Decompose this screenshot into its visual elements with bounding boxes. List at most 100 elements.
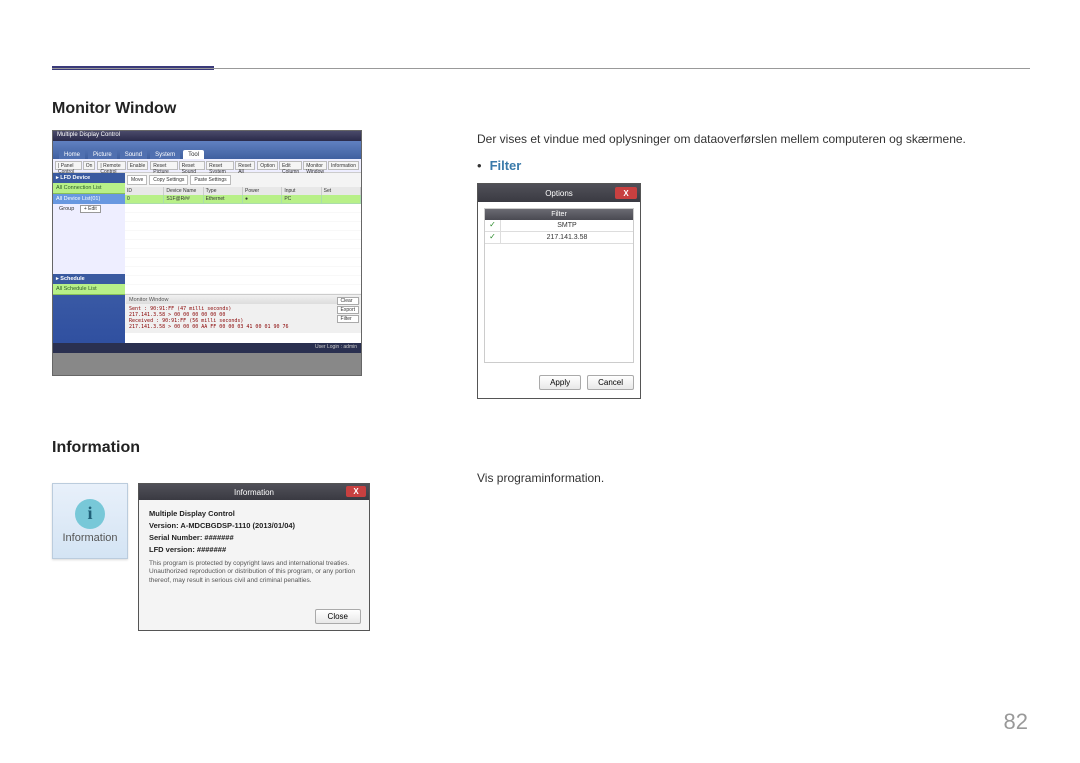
panel-control-value[interactable]: On	[83, 161, 96, 170]
col-id: ID	[125, 187, 164, 195]
clear-button[interactable]: Clear	[337, 297, 359, 305]
move-button[interactable]: Move	[127, 175, 147, 185]
cell-power: ●	[243, 195, 282, 204]
panel-control-group: | Panel Control On	[55, 161, 95, 170]
grid-row[interactable]: 0 S1F@R## Ethernet ● PC	[125, 195, 361, 204]
sidebar-all-schedule[interactable]: All Schedule List	[53, 284, 125, 295]
filter-row-2[interactable]: ✓ 217.141.3.58	[485, 232, 633, 244]
filter-val-1: SMTP	[501, 220, 633, 231]
filter-label: Filter	[490, 158, 522, 173]
edit-column-button[interactable]: Edit Column	[279, 161, 302, 170]
info-copyright-text: This program is protected by copyright l…	[149, 560, 359, 585]
grid-header: ID Device Name Type Power Input Set	[125, 187, 361, 195]
paste-settings-button[interactable]: Paste Settings	[190, 175, 230, 185]
tab-picture[interactable]: Picture	[88, 150, 117, 159]
page-content: Monitor Window Multiple Display Control …	[52, 100, 1030, 671]
reset-group: Reset Picture Reset Sound Reset System R…	[150, 161, 255, 170]
filter-dialog-title: Options X	[478, 184, 640, 202]
filter-row-1[interactable]: ✓ SMTP	[485, 220, 633, 232]
col-power: Power	[243, 187, 282, 195]
info-row: i Information Information X Multiple Dis…	[52, 483, 447, 631]
information-dialog: Information X Multiple Display Control V…	[138, 483, 370, 631]
monitor-panel: Monitor Window Sent : 90:91:FF (47 milli…	[125, 294, 361, 333]
apply-button[interactable]: Apply	[539, 375, 581, 390]
left-col-2: i Information Information X Multiple Dis…	[52, 469, 447, 631]
sidebar-all-connection[interactable]: All Connection List	[53, 183, 125, 194]
filter-buttons: Apply Cancel	[478, 369, 640, 396]
reset-all-button[interactable]: Reset All	[235, 161, 255, 170]
col-input: Input	[282, 187, 321, 195]
grid-toolbar: Move Copy Settings Paste Settings	[125, 173, 361, 187]
filter-col-header: Filter	[485, 209, 633, 220]
information-button[interactable]: Information	[328, 161, 359, 170]
mdc-ribbon: | Panel Control On | Remote Control Enab…	[53, 159, 361, 173]
page-number: 82	[1004, 709, 1028, 735]
cell-set	[322, 195, 361, 204]
remote-control-group: | Remote Control Enable	[97, 161, 148, 170]
cell-id: 0	[125, 195, 164, 204]
log-line-4: 217.141.3.58 > 00 00 00 AA FF 00 00 03 4…	[129, 324, 357, 330]
close-icon[interactable]: X	[615, 187, 637, 199]
info-body: Multiple Display Control Version: A-MDCB…	[139, 500, 369, 593]
info-lfd-version: LFD version: #######	[149, 544, 359, 556]
grid-empty	[125, 204, 361, 294]
mdc-window-title: Multiple Display Control	[53, 131, 361, 141]
filter-dialog: Options X Filter ✓ SMTP ✓ 217.141.3.58	[477, 183, 641, 399]
monitor-window-row: Multiple Display Control Home Picture So…	[52, 130, 1030, 399]
tab-sound[interactable]: Sound	[120, 150, 147, 159]
reset-picture-button[interactable]: Reset Picture	[150, 161, 177, 170]
sidebar-schedule[interactable]: ▸ Schedule	[53, 274, 125, 284]
sidebar-group-label: Group	[59, 206, 74, 212]
monitor-window-heading: Monitor Window	[52, 100, 1030, 118]
cancel-button[interactable]: Cancel	[587, 375, 634, 390]
tab-system[interactable]: System	[150, 150, 180, 159]
option-button[interactable]: Option	[257, 161, 278, 170]
mdc-screenshot: Multiple Display Control Home Picture So…	[52, 130, 362, 376]
device-grid: ID Device Name Type Power Input Set 0 S1…	[125, 187, 361, 294]
bullet-dot-icon: •	[477, 158, 482, 173]
info-close-button[interactable]: Close	[315, 609, 361, 624]
info-version: Version: A-MDCBGDSP-1110 (2013/01/04)	[149, 520, 359, 532]
filter-button[interactable]: Filter	[337, 315, 359, 323]
monitor-window-button[interactable]: Monitor Window	[303, 161, 327, 170]
mdc-footer: User Login : admin	[53, 343, 361, 353]
sidebar-lfd[interactable]: ▸ LFD Device	[53, 173, 125, 183]
panel-control-label: | Panel Control	[55, 161, 82, 170]
info-title-text: Information	[234, 488, 274, 497]
col-device-name: Device Name	[164, 187, 203, 195]
info-program-name: Multiple Display Control	[149, 508, 359, 520]
mdc-sidebar: ▸ LFD Device All Connection List All Dev…	[53, 173, 125, 343]
information-toolbar-icon[interactable]: i Information	[52, 483, 128, 559]
left-col-1: Multiple Display Control Home Picture So…	[52, 130, 447, 399]
right-col-2: Vis programinformation.	[477, 469, 1030, 631]
filter-title-text: Options	[545, 189, 573, 198]
sidebar-group: Group + Edit	[53, 204, 125, 214]
mdc-main: Move Copy Settings Paste Settings ID Dev…	[125, 173, 361, 343]
information-row: i Information Information X Multiple Dis…	[52, 469, 1030, 631]
reset-system-button[interactable]: Reset System	[206, 161, 234, 170]
export-button[interactable]: Export	[337, 306, 359, 314]
info-icon-label: Information	[62, 532, 117, 544]
monitor-buttons: Clear Export Filter	[337, 297, 359, 323]
close-icon[interactable]: X	[346, 486, 366, 497]
monitor-panel-title: Monitor Window	[126, 296, 360, 304]
cell-input: PC	[282, 195, 321, 204]
cell-device-name: S1F@R##	[164, 195, 203, 204]
remote-control-label: | Remote Control	[97, 161, 125, 170]
remote-control-value[interactable]: Enable	[127, 161, 149, 170]
monitor-window-desc: Der vises et vindue med oplysninger om d…	[477, 130, 1030, 148]
header-rule	[52, 68, 1030, 69]
mdc-tabs: Home Picture Sound System Tool	[53, 141, 361, 159]
tab-home[interactable]: Home	[59, 150, 85, 159]
reset-sound-button[interactable]: Reset Sound	[179, 161, 206, 170]
sidebar-edit-button[interactable]: + Edit	[80, 205, 101, 213]
info-serial: Serial Number: #######	[149, 532, 359, 544]
sidebar-all-device[interactable]: All Device List(01)	[53, 194, 125, 204]
tool-group: Option Edit Column Monitor Window Inform…	[257, 161, 359, 170]
copy-settings-button[interactable]: Copy Settings	[149, 175, 188, 185]
check-icon[interactable]: ✓	[485, 220, 501, 231]
tab-tool[interactable]: Tool	[183, 150, 204, 159]
info-dialog-title: Information X	[139, 484, 369, 500]
check-icon[interactable]: ✓	[485, 232, 501, 243]
information-desc: Vis programinformation.	[477, 469, 1030, 487]
